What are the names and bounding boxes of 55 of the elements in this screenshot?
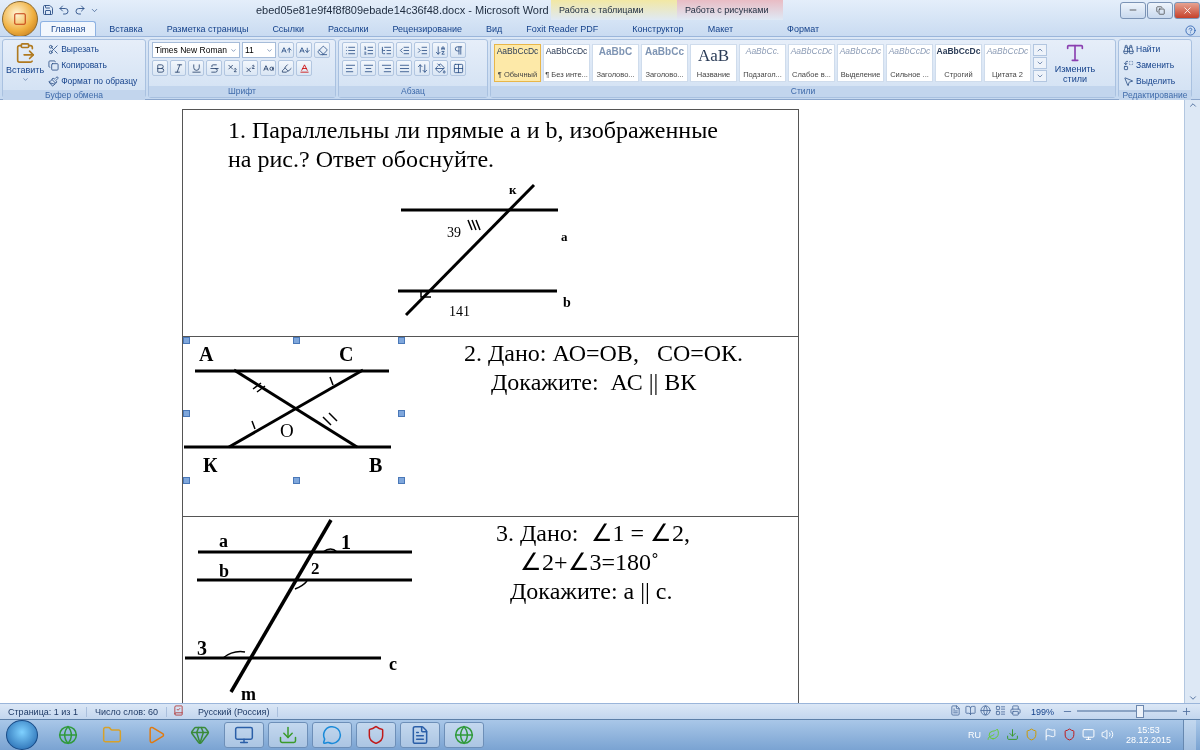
- group-label: Шрифт: [149, 86, 335, 97]
- context-tab-header: Работа с таблицами: [551, 0, 677, 20]
- figure-label: к: [509, 182, 517, 197]
- clipboard-button[interactable]: Вырезать: [47, 42, 100, 56]
- figure-label: a: [219, 531, 228, 551]
- ribbon-tab[interactable]: Рецензирование: [381, 21, 473, 36]
- figure-label: А: [199, 343, 214, 365]
- status-text: Страница: 1 из 1: [0, 706, 87, 717]
- figure-label: В: [369, 454, 383, 476]
- group-label: Стили: [491, 86, 1115, 97]
- figure-label: О: [280, 420, 294, 441]
- ribbon-tab[interactable]: Разметка страницы: [155, 21, 260, 36]
- figure-label: m: [241, 684, 256, 702]
- editing-button[interactable]: Выделить: [1122, 74, 1177, 88]
- figure-label: 2: [311, 559, 320, 578]
- figure-label: К: [203, 454, 218, 476]
- question-text: ∠2+∠3=180˚: [519, 548, 661, 577]
- figure-label: 3: [197, 637, 207, 659]
- paste-button[interactable]: Вставить: [6, 42, 45, 88]
- editing-button[interactable]: Найти: [1122, 42, 1162, 56]
- question-text: 2. Дано: АО=ОВ, СО=ОК.: [463, 339, 745, 368]
- figure-label: 1: [341, 531, 351, 553]
- figure-label: b: [563, 295, 571, 310]
- status-text: Русский (Россия): [190, 706, 279, 717]
- ribbon-tab[interactable]: Вставка: [98, 21, 154, 36]
- context-tab-header: Работа с рисунками: [677, 0, 783, 20]
- ribbon-tab[interactable]: Формат: [776, 21, 831, 36]
- font-size-field[interactable]: 11: [242, 42, 276, 58]
- question-text: Докажите: АС || ВК: [490, 368, 698, 397]
- figure-label: b: [219, 561, 229, 581]
- figure-label: a: [561, 229, 568, 244]
- group-label: Абзац: [339, 86, 487, 97]
- change-styles-button[interactable]: Изменить стили: [1049, 42, 1101, 84]
- editing-button[interactable]: Заменить: [1122, 58, 1176, 72]
- zoom-percent[interactable]: 199%: [1030, 706, 1054, 717]
- question-text: 1. Параллельны ли прямые a и b, изображенные: [228, 116, 719, 145]
- figure-label: 39: [447, 225, 461, 240]
- figure-label: 141: [449, 304, 470, 319]
- status-text: Число слов: 60: [86, 706, 167, 717]
- ribbon-tab[interactable]: Макет: [696, 21, 745, 36]
- question-text: на рис.? Ответ обоснуйте.: [228, 145, 496, 174]
- ribbon-tab[interactable]: Ссылки: [261, 21, 316, 36]
- clipboard-button[interactable]: Копировать: [47, 58, 108, 72]
- font-name-field[interactable]: Times New Roman: [152, 42, 240, 58]
- ribbon-tab[interactable]: Конструктор: [621, 21, 695, 36]
- question-text: 3. Дано: ∠1 = ∠2,: [495, 519, 692, 548]
- figure-label: С: [339, 343, 354, 365]
- clipboard-button[interactable]: Формат по образцу: [47, 74, 139, 88]
- ribbon-tab[interactable]: Рассылки: [317, 21, 380, 36]
- question-text: Докажите: a || c.: [509, 577, 674, 606]
- ribbon-tab[interactable]: Вид: [474, 21, 514, 36]
- window-title: ebed05e81e9f4f8f809ebade14c36f48.docx - Microsoft Word: [256, 4, 550, 16]
- ribbon-tab[interactable]: Foxit Reader PDF: [515, 21, 610, 36]
- figure-label: c: [389, 654, 397, 674]
- ribbon-tab[interactable]: Главная: [40, 21, 97, 36]
